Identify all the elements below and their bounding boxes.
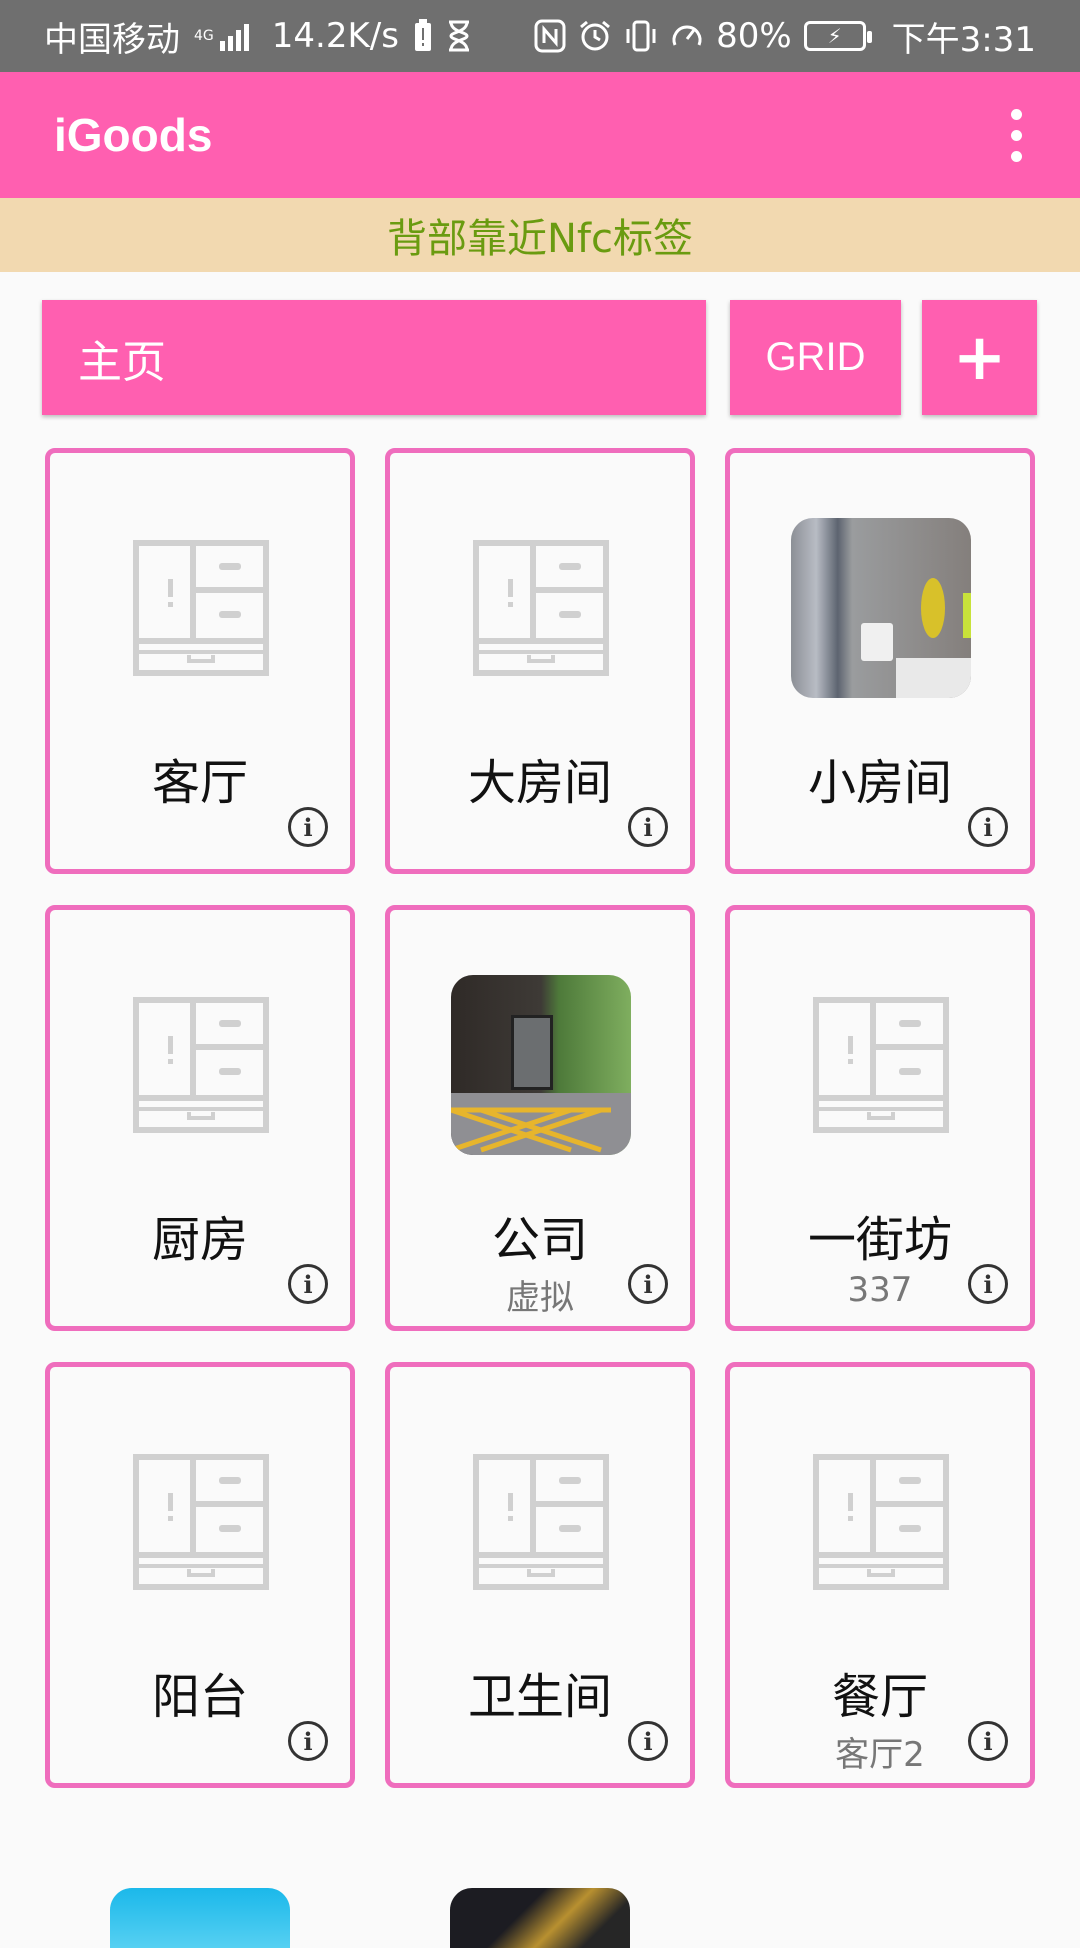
location-name: 阳台 [151, 1669, 248, 1725]
clock-time: 下午3:31 [891, 19, 1036, 60]
alarm-icon [578, 19, 612, 53]
cabinet-icon [791, 975, 971, 1155]
partial-photo-thumbnail[interactable] [450, 1888, 630, 1948]
location-toolbar: 主页 GRID + [42, 300, 1037, 415]
info-icon[interactable]: i [288, 1264, 328, 1304]
location-card[interactable]: 阳台 i [45, 1362, 355, 1788]
cabinet-icon [451, 1432, 631, 1612]
speed-gauge-icon [670, 19, 704, 53]
location-card[interactable]: 一街坊 337 i [725, 905, 1035, 1331]
location-name: 客厅 [151, 755, 248, 811]
battery-percent: 80% [716, 16, 792, 56]
nfc-hint-text: 背部靠近Nfc标签 [387, 216, 693, 262]
location-card[interactable]: 公司 虚拟 i [385, 905, 695, 1331]
app-title: iGoods [54, 109, 213, 161]
location-name: 卫生间 [467, 1669, 612, 1725]
nfc-hint-banner: 背部靠近Nfc标签 [0, 198, 1080, 272]
nfc-icon [534, 19, 566, 53]
home-breadcrumb-button[interactable]: 主页 [42, 300, 706, 415]
app-bar: iGoods [0, 72, 1080, 198]
info-icon[interactable]: i [628, 1264, 668, 1304]
status-bar: 中国移动 4G 14.2K/s 80% ⚡ 下午3:31 [0, 0, 1080, 72]
location-name: 厨房 [151, 1212, 248, 1268]
battery-charging-icon: ⚡ [803, 21, 872, 51]
info-icon[interactable]: i [288, 807, 328, 847]
network-speed: 14.2K/s [271, 16, 399, 56]
partial-photo-thumbnail[interactable] [110, 1888, 290, 1948]
info-icon[interactable]: i [628, 807, 668, 847]
add-label: + [952, 320, 1007, 395]
info-icon[interactable]: i [628, 1721, 668, 1761]
location-name: 大房间 [467, 755, 612, 811]
location-card[interactable]: 餐厅 客厅2 i [725, 1362, 1035, 1788]
info-icon[interactable]: i [968, 807, 1008, 847]
location-name: 一街坊 [807, 1212, 952, 1268]
home-label: 主页 [78, 336, 166, 388]
cabinet-icon [111, 1432, 291, 1612]
grid-view-button[interactable]: GRID [730, 300, 901, 415]
room-photo-thumbnail [791, 518, 971, 698]
location-name: 餐厅 [831, 1669, 928, 1725]
carrier-label: 中国移动 [44, 19, 180, 60]
hourglass-icon [447, 20, 471, 52]
location-name: 小房间 [807, 755, 952, 811]
cabinet-icon [111, 975, 291, 1155]
add-button[interactable]: + [922, 300, 1037, 415]
info-icon[interactable]: i [288, 1721, 328, 1761]
info-icon[interactable]: i [968, 1264, 1008, 1304]
vibrate-icon [624, 19, 658, 53]
info-icon[interactable]: i [968, 1721, 1008, 1761]
grid-label: GRID [765, 335, 866, 379]
location-card[interactable]: 卫生间 i [385, 1362, 695, 1788]
location-card[interactable]: 厨房 i [45, 905, 355, 1331]
cabinet-icon [111, 518, 291, 698]
battery-alert-icon [413, 19, 433, 53]
cabinet-icon [791, 1432, 971, 1612]
entrance-photo-thumbnail [451, 975, 631, 1155]
location-card[interactable]: 小房间 i [725, 448, 1035, 874]
location-name: 公司 [491, 1212, 588, 1268]
location-card[interactable]: 客厅 i [45, 448, 355, 874]
overflow-menu-icon[interactable] [996, 95, 1036, 175]
signal-icon: 4G [194, 21, 258, 51]
cabinet-icon [451, 518, 631, 698]
location-card[interactable]: 大房间 i [385, 448, 695, 874]
